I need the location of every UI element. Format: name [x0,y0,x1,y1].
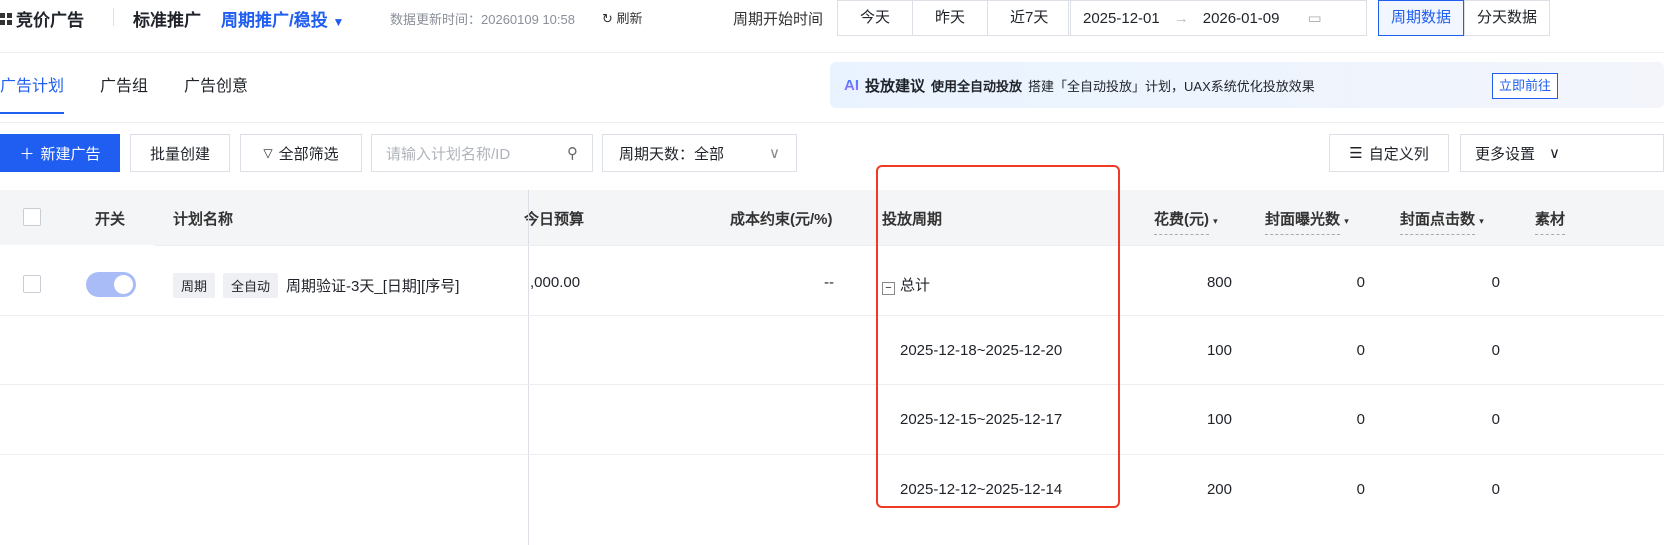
col-switch: 开关 [95,211,126,228]
custom-columns-button[interactable]: ☰ 自定义列 [1329,134,1449,172]
impr-value: 0 [1356,342,1365,359]
col-clicks[interactable]: 封面点击数 ▾ [1400,208,1484,235]
search-icon: ⚲ [567,145,578,162]
plus-icon: ＋ [19,145,35,163]
divider [0,52,1664,53]
tab-plan[interactable]: 广告计划 [0,72,65,114]
spend-value: 200 [1206,481,1232,498]
refresh-label: 刷新 [616,11,643,26]
search-input[interactable]: 请输入计划名称/ID ⚲ [371,134,593,172]
list-icon: ☰ [1349,145,1363,162]
tab-bar: 广告计划 广告组 广告创意 [0,72,248,114]
quick-yesterday[interactable]: 昨天 [913,1,989,35]
col-spend-label: 花费(元) [1154,211,1209,235]
brand-title: 竞价广告 [0,6,84,31]
view-daily[interactable]: 分天数据 [1464,0,1551,36]
plan-name[interactable]: 周期验证-3天_[日期][序号] [286,275,459,296]
tab-group[interactable]: 广告组 [100,72,148,114]
plan-name-cell: 周期 全自动 周期验证-3天_[日期][序号] [173,273,459,298]
row-checkbox[interactable] [23,275,41,293]
highlight-box [876,165,1120,508]
col-clicks-label: 封面点击数 [1400,211,1476,235]
more-settings-label: 更多设置 [1475,145,1536,163]
chevron-down-icon: ∨ [1549,145,1560,162]
row-divider [0,454,1664,455]
nav-standard[interactable]: 标准推广 [133,6,201,31]
go-now-button[interactable]: 立即前往 [1492,73,1559,99]
banner-bold: 使用全自动投放 [931,78,1023,94]
select-all-checkbox[interactable] [23,208,41,226]
filter-button[interactable]: ▽ 全部筛选 [240,134,362,172]
divider [0,122,1664,123]
click-value: 0 [1491,342,1500,359]
spend-value: 100 [1206,342,1232,359]
quick-7days[interactable]: 近7天 [988,1,1070,35]
tag-cycle: 周期 [173,273,216,298]
nav-cycle-label: 周期推广/稳投 [221,11,328,30]
arrow-right-icon: → [1173,9,1189,27]
banner-title: 投放建议 [865,77,926,95]
date-end[interactable]: 2026-01-09 [1203,10,1280,27]
spend-value: 100 [1206,411,1232,428]
col-spend[interactable]: 花费(元) ▾ [1154,208,1218,235]
view-toggle: 周期数据 分天数据 [1378,0,1551,36]
update-time: 数据更新时间：20260109 10:58 [390,12,575,27]
sort-icon[interactable]: ▾ [1213,216,1218,226]
sort-icon[interactable]: ▾ [1479,216,1484,226]
filter-icon: ▽ [263,146,273,160]
impr-value: 0 [1356,274,1365,291]
click-value: 0 [1491,411,1500,428]
impr-value: 0 [1356,481,1365,498]
cycle-days-value: 周期天数：全部 [619,145,725,163]
tag-auto: 全自动 [223,273,279,298]
start-time-label: 周期开始时间 [733,11,824,28]
col-cost[interactable]: 成本约束(元/%) [730,208,833,229]
spend-value: 800 [1206,274,1232,291]
nav-cycle-dropdown[interactable]: 周期推广/稳投 ▼ [221,6,344,31]
click-value: 0 [1491,274,1500,291]
refresh-button[interactable]: ↻ 刷新 [602,8,643,27]
col-material[interactable]: 素材 [1535,208,1566,235]
sort-icon[interactable]: ▾ [1344,216,1349,226]
new-ad-label: 新建广告 [40,145,101,163]
cycle-days-select[interactable]: 周期天数：全部 ∨ [602,134,797,172]
filter-label: 全部筛选 [278,145,339,163]
frozen-column-divider [528,190,529,545]
new-ad-button[interactable]: ＋ 新建广告 [0,134,120,172]
search-placeholder: 请输入计划名称/ID [386,145,511,163]
more-settings-select[interactable]: 更多设置 ∨ [1460,134,1664,172]
impr-value: 0 [1356,411,1365,428]
col-name[interactable]: 计划名称 [173,208,233,229]
divider [113,8,114,26]
suggestion-banner: AI 投放建议 使用全自动投放 搭建「全自动投放」计划，UAX系统优化投放效果 … [830,62,1664,108]
quick-today[interactable]: 今天 [838,1,914,35]
calendar-icon: ▭ [1307,10,1322,27]
row-divider [0,315,1664,316]
plan-switch-toggle[interactable] [86,272,136,297]
tab-creative[interactable]: 广告创意 [184,72,248,114]
col-material-label: 素材 [1535,211,1566,235]
date-range-picker[interactable]: 2025-12-01 → 2026-01-09 ▭ [1068,0,1367,36]
col-impressions-label: 封面曝光数 [1265,211,1341,235]
chevron-down-icon: ∨ [769,145,780,162]
custom-columns-label: 自定义列 [1368,145,1429,163]
apps-icon [0,12,12,25]
col-impressions[interactable]: 封面曝光数 ▾ [1265,208,1349,235]
quick-date-group: 今天 昨天 近7天 [837,0,1072,36]
caret-down-icon: ▼ [332,15,345,29]
brand-text: 竞价广告 [16,11,84,30]
view-cycle[interactable]: 周期数据 [1378,0,1465,36]
row-divider [0,384,1664,385]
plan-cost: -- [824,274,834,291]
click-value: 0 [1491,481,1500,498]
batch-create-button[interactable]: 批量创建 [130,134,230,172]
col-budget[interactable]: 今日预算 [524,208,584,229]
banner-text: 搭建「全自动投放」计划，UAX系统优化投放效果 [1028,78,1315,94]
refresh-icon: ↻ [602,11,613,26]
plan-budget: ,000.00 [530,274,581,291]
ai-icon: AI [844,76,859,94]
date-start[interactable]: 2025-12-01 [1083,10,1160,27]
